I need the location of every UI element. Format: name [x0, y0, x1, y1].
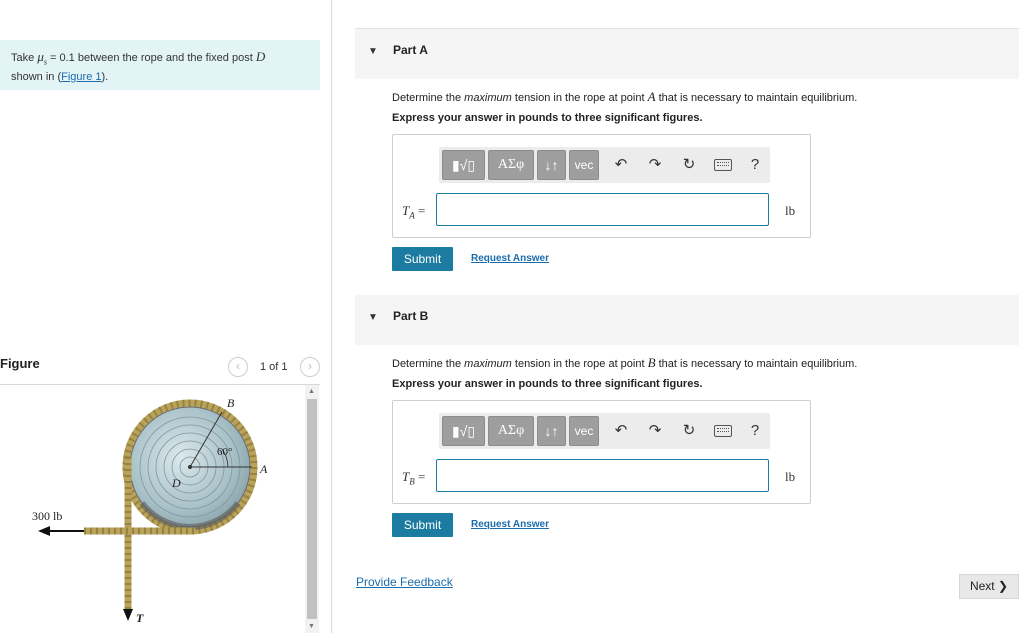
chevron-right-icon: ›	[308, 359, 312, 373]
greek-button[interactable]: ΑΣφ	[488, 150, 534, 180]
part-b-submit-button[interactable]: Submit	[392, 513, 453, 537]
intro-text: = 0.1 between the rope and the fixed pos…	[50, 52, 253, 64]
math-toolbar: ▮√▯ ΑΣφ ↓↑ vec ↶ ↷ ↻ ?	[439, 413, 770, 449]
redo-icon[interactable]: ↷	[645, 156, 665, 174]
intro-take: Take	[11, 52, 35, 64]
part-b-answer-input[interactable]	[436, 459, 769, 492]
template-button[interactable]: ▮√▯	[442, 416, 485, 446]
help-button[interactable]: ?	[748, 156, 762, 174]
help-button[interactable]: ?	[748, 422, 762, 440]
part-b-unit: lb	[785, 469, 796, 484]
mu-symbol: μs	[37, 49, 47, 67]
reset-icon[interactable]: ↻	[679, 422, 699, 440]
prev-figure-button[interactable]: ‹	[228, 357, 248, 377]
chevron-right-icon: ❯	[997, 579, 1009, 593]
intro-line-2: shown in (Figure 1).	[11, 70, 309, 84]
scroll-down-icon[interactable]: ▼	[308, 623, 315, 631]
keyboard-icon[interactable]	[714, 159, 732, 171]
scroll-up-icon[interactable]: ▲	[308, 388, 315, 396]
part-b-instruction: Express your answer in pounds to three s…	[392, 378, 703, 390]
part-b-answer-box: ▮√▯ ΑΣφ ↓↑ vec ↶ ↷ ↻ ? TB = lb	[392, 400, 811, 504]
arrows-button[interactable]: ↓↑	[537, 150, 566, 180]
problem-intro: Take μs = 0.1 between the rope and the f…	[0, 40, 320, 90]
part-a-unit: lb	[785, 203, 796, 218]
intro-line-1: Take μs = 0.1 between the rope and the f…	[11, 50, 309, 70]
figure-pager: ‹ 1 of 1 ›	[228, 357, 320, 377]
part-b-header[interactable]: ▼ Part B	[355, 295, 1019, 345]
label-angle: 60°	[217, 446, 232, 458]
arrows-button[interactable]: ↓↑	[537, 416, 566, 446]
figure-image: B A D 60° 300 lb T	[0, 385, 305, 633]
greek-button[interactable]: ΑΣφ	[488, 416, 534, 446]
part-b-question: Determine the maximum tension in the rop…	[392, 355, 858, 370]
redo-icon[interactable]: ↷	[645, 422, 665, 440]
template-radical-icon: ▮√▯	[451, 157, 476, 173]
intro-text-2: shown in (	[11, 70, 62, 83]
caret-down-icon: ▼	[368, 312, 378, 323]
template-radical-icon: ▮√▯	[451, 423, 476, 439]
intro-post-label: D	[255, 49, 266, 64]
left-panel: Take μs = 0.1 between the rope and the f…	[0, 0, 332, 633]
label-T: T	[136, 611, 144, 625]
part-a-answer-input[interactable]	[436, 193, 769, 226]
undo-icon[interactable]: ↶	[611, 156, 631, 174]
vec-button[interactable]: vec	[569, 416, 599, 446]
part-a-request-answer-link[interactable]: Request Answer	[471, 253, 549, 264]
undo-icon[interactable]: ↶	[611, 422, 631, 440]
next-button[interactable]: Next ❯	[959, 574, 1019, 599]
right-panel: ▼ Part A Determine the maximum tension i…	[333, 0, 1024, 633]
chevron-left-icon: ‹	[236, 359, 240, 373]
pager-text: 1 of 1	[260, 361, 288, 373]
part-b-variable: TB =	[402, 469, 426, 487]
part-a-variable: TA =	[402, 203, 426, 221]
part-a-question: Determine the maximum tension in the rop…	[392, 89, 858, 104]
math-toolbar: ▮√▯ ΑΣφ ↓↑ vec ↶ ↷ ↻ ?	[439, 147, 770, 183]
part-b-request-answer-link[interactable]: Request Answer	[471, 519, 549, 530]
intro-text-end: ).	[101, 70, 109, 83]
figure-link[interactable]: Figure 1	[61, 71, 101, 83]
part-a-answer-box: ▮√▯ ΑΣφ ↓↑ vec ↶ ↷ ↻ ? TA = lb	[392, 134, 811, 238]
figure-scrollbar[interactable]: ▲ ▼	[305, 385, 319, 633]
vec-button[interactable]: vec	[569, 150, 599, 180]
next-figure-button[interactable]: ›	[300, 357, 320, 377]
part-a-title: Part A	[393, 43, 428, 57]
figure-title: Figure	[0, 356, 40, 371]
part-b-title: Part B	[393, 309, 429, 323]
caret-down-icon: ▼	[368, 46, 378, 57]
pulley-diagram: B A D 60° 300 lb T	[32, 396, 268, 625]
part-a-submit-button[interactable]: Submit	[392, 247, 453, 271]
scroll-thumb[interactable]	[307, 399, 317, 619]
label-B: B	[227, 396, 235, 410]
next-label: Next	[969, 579, 995, 593]
provide-feedback-link[interactable]: Provide Feedback	[356, 575, 453, 589]
label-load: 300 lb	[32, 509, 62, 523]
reset-icon[interactable]: ↻	[679, 156, 699, 174]
part-a-instruction: Express your answer in pounds to three s…	[392, 112, 703, 124]
label-A: A	[259, 462, 268, 476]
label-D: D	[171, 476, 181, 490]
template-button[interactable]: ▮√▯	[442, 150, 485, 180]
keyboard-icon[interactable]	[714, 425, 732, 437]
part-a-header[interactable]: ▼ Part A	[355, 29, 1019, 79]
